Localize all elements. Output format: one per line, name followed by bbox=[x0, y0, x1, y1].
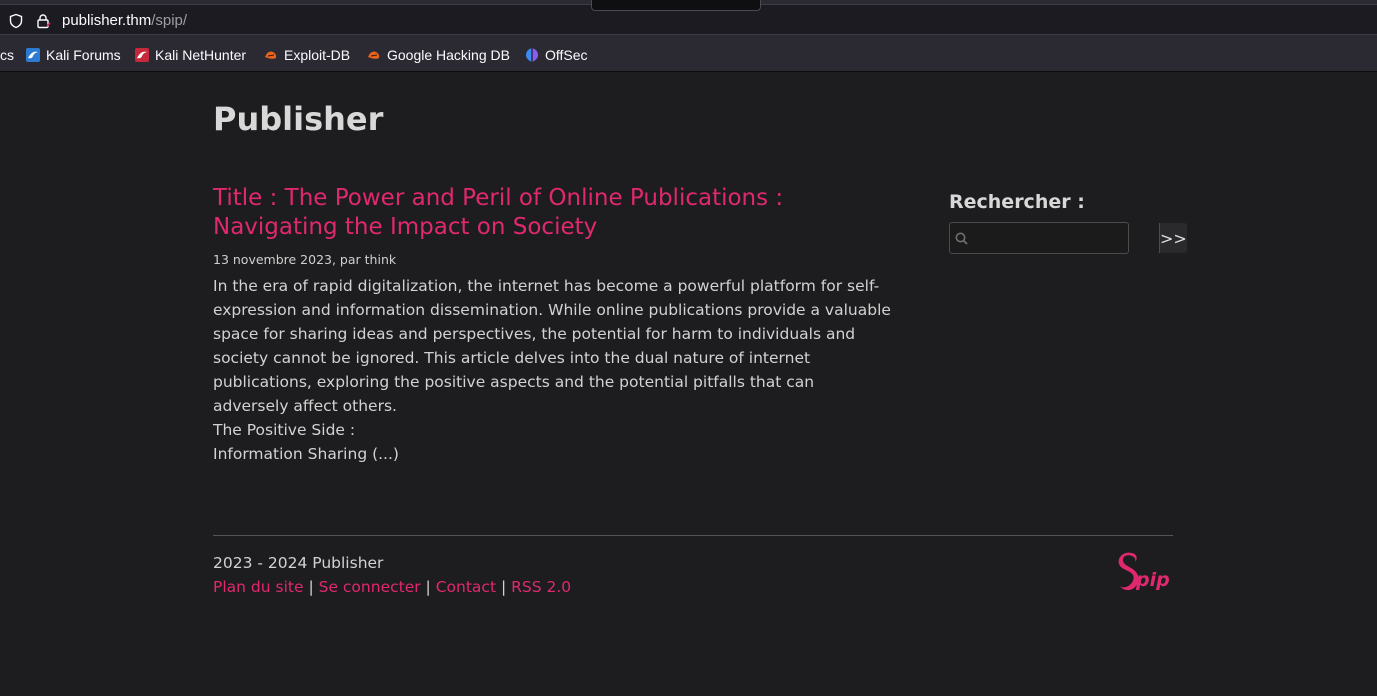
bookmark-label: Google Hacking DB bbox=[387, 47, 510, 63]
search-submit-button[interactable]: >> bbox=[1159, 223, 1187, 253]
article-title-link[interactable]: Title : The Power and Peril of Online Pu… bbox=[213, 184, 913, 242]
url-path: /spip/ bbox=[151, 12, 188, 29]
spip-logo[interactable]: pip bbox=[1114, 550, 1172, 594]
ghdb-icon bbox=[368, 51, 380, 59]
search-label: Rechercher : bbox=[949, 191, 1085, 213]
search-input[interactable] bbox=[950, 223, 1159, 253]
exploit-db-icon bbox=[265, 51, 277, 59]
footer-copyright: 2023 - 2024 Publisher bbox=[213, 554, 384, 572]
footer-link-contact[interactable]: Contact bbox=[436, 578, 496, 596]
bookmark-kali-docs[interactable]: cs bbox=[0, 46, 14, 64]
shield-icon[interactable] bbox=[8, 13, 24, 29]
offsec-icon bbox=[526, 48, 538, 62]
bookmark-exploit-db[interactable]: Exploit-DB bbox=[263, 46, 350, 64]
url-text[interactable]: publisher.thm/spip/ bbox=[62, 12, 187, 29]
search-form: >> bbox=[949, 222, 1187, 254]
bookmark-label: Exploit-DB bbox=[284, 47, 351, 63]
footer-link-login[interactable]: Se connecter bbox=[319, 578, 421, 596]
kali-forums-icon bbox=[26, 48, 40, 62]
url-host: publisher.thm bbox=[62, 12, 152, 29]
footer-separator: | bbox=[308, 578, 314, 596]
bookmark-kali-forums[interactable]: Kali Forums bbox=[25, 46, 121, 64]
tab-edge bbox=[591, 0, 761, 11]
bookmark-ghdb[interactable]: Google Hacking DB bbox=[366, 46, 510, 64]
footer-links: Plan du site | Se connecter | Contact | … bbox=[213, 578, 571, 596]
site-title[interactable]: Publisher bbox=[213, 100, 383, 138]
bookmark-label: cs bbox=[0, 47, 14, 63]
article-meta: 13 novembre 2023, par think bbox=[213, 252, 397, 267]
browser-toolbar: publisher.thm/spip/ bbox=[0, 0, 1377, 37]
bookmark-label: OffSec bbox=[545, 47, 588, 63]
bookmarks-toolbar: cs Kali Forums Kali NetHunter Exploit-DB… bbox=[0, 37, 1377, 72]
bookmark-label: Kali Forums bbox=[46, 47, 121, 63]
footer-link-rss[interactable]: RSS 2.0 bbox=[511, 578, 571, 596]
article-more: Information Sharing (...) bbox=[213, 445, 399, 463]
footer-link-sitemap[interactable]: Plan du site bbox=[213, 578, 304, 596]
bookmark-offsec[interactable]: OffSec bbox=[524, 46, 588, 64]
footer-divider bbox=[213, 535, 1173, 536]
spip-logo-text: pip bbox=[1135, 569, 1170, 591]
footer-separator: | bbox=[425, 578, 431, 596]
kali-nethunter-icon bbox=[135, 48, 149, 62]
bookmark-kali-nethunter[interactable]: Kali NetHunter bbox=[134, 46, 246, 64]
article-intro: In the era of rapid digitalization, the … bbox=[213, 277, 891, 415]
article-body: In the era of rapid digitalization, the … bbox=[213, 274, 893, 466]
lock-icon[interactable] bbox=[35, 13, 51, 29]
search-icon bbox=[955, 232, 968, 245]
footer-separator: | bbox=[500, 578, 507, 596]
bookmark-label: Kali NetHunter bbox=[155, 47, 247, 63]
article-subheading: The Positive Side : bbox=[213, 421, 356, 439]
